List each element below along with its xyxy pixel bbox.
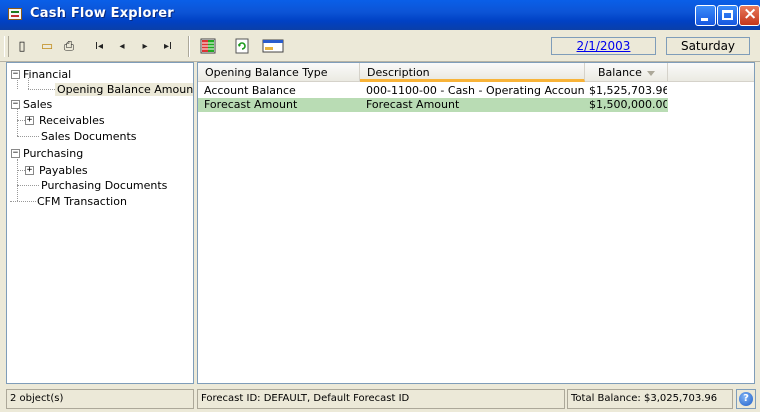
tree-node-label: Purchasing Documents xyxy=(41,179,168,192)
expand-icon[interactable]: + xyxy=(25,116,34,125)
status-forecast-id: Forecast ID: DEFAULT, Default Forecast I… xyxy=(197,389,565,409)
column-header-balance[interactable]: Balance xyxy=(585,63,668,82)
open-icon[interactable]: ▭ xyxy=(38,37,56,55)
tree-node-label: Sales xyxy=(23,98,53,111)
balance-grid: Opening Balance Type Description Balance… xyxy=(197,62,755,384)
cell-balance: $1,525,703.96 xyxy=(589,84,667,97)
collapse-icon[interactable]: − xyxy=(11,149,20,158)
tree-connector xyxy=(17,108,18,136)
close-button[interactable]: × xyxy=(739,4,760,26)
tree-node-sales-documents[interactable]: Sales Documents xyxy=(41,129,137,144)
day-field: Saturday xyxy=(666,37,750,55)
tree-node-cfm-transaction[interactable]: CFM Transaction xyxy=(37,194,127,209)
column-header-opening-balance-type[interactable]: Opening Balance Type xyxy=(198,63,360,82)
collapse-icon[interactable]: − xyxy=(11,70,20,79)
print-icon[interactable]: ⎙ xyxy=(60,37,78,55)
table-row[interactable]: Account Balance 000-1100-00 - Cash - Ope… xyxy=(198,84,668,98)
tree-node-label: Opening Balance Amount xyxy=(55,83,193,96)
cell-type: Forecast Amount xyxy=(204,98,298,111)
new-icon[interactable]: ▯ xyxy=(13,37,31,55)
close-icon: × xyxy=(743,4,758,24)
app-icon xyxy=(8,8,22,20)
tree-node-label: CFM Transaction xyxy=(37,195,127,208)
tree-connector xyxy=(17,120,25,121)
help-button[interactable]: ? xyxy=(736,389,756,409)
tree-connector xyxy=(28,89,55,90)
column-header-filler xyxy=(668,63,754,82)
first-record-icon[interactable]: I◂ xyxy=(90,37,108,55)
sort-descending-icon xyxy=(647,71,655,76)
tree-node-label: Sales Documents xyxy=(41,130,137,143)
cell-balance: $1,500,000.00 xyxy=(589,98,667,111)
last-record-icon[interactable]: ▸I xyxy=(159,37,177,55)
tree-node-label: Payables xyxy=(39,164,88,177)
cash-flow-explorer-window: Cash Flow Explorer × ▯ ▭ ⎙ I◂ ◂ ▸ ▸I 2/1… xyxy=(0,0,760,412)
previous-record-icon[interactable]: ◂ xyxy=(113,37,131,55)
columns-icon[interactable] xyxy=(199,37,217,55)
tree-connector xyxy=(17,185,39,186)
tree-connector xyxy=(17,136,39,137)
status-total-balance: Total Balance: $3,025,703.96 xyxy=(567,389,733,409)
navigation-tree: − Financial Opening Balance Amount − Sal… xyxy=(6,62,194,384)
tree-connector xyxy=(17,159,18,201)
table-row[interactable]: Forecast Amount Forecast Amount $1,500,0… xyxy=(198,98,668,112)
next-record-icon[interactable]: ▸ xyxy=(136,37,154,55)
window-title: Cash Flow Explorer xyxy=(30,6,174,21)
status-object-count: 2 object(s) xyxy=(6,389,194,409)
maximize-button[interactable] xyxy=(717,5,738,26)
cell-description: 000-1100-00 - Cash - Operating Account xyxy=(366,84,584,97)
title-bar[interactable]: Cash Flow Explorer × xyxy=(0,0,760,30)
tree-connector xyxy=(17,170,25,171)
column-header-description[interactable]: Description xyxy=(360,63,585,82)
tree-node-label: Receivables xyxy=(39,114,105,127)
column-header-label: Balance xyxy=(598,66,642,79)
toolbar-separator xyxy=(188,36,190,57)
cell-type: Account Balance xyxy=(204,84,296,97)
tree-node-label: Financial xyxy=(23,68,72,81)
tree-node-label: Purchasing xyxy=(23,147,84,160)
status-bar: 2 object(s) Forecast ID: DEFAULT, Defaul… xyxy=(0,387,760,412)
tree-connector xyxy=(10,201,36,202)
cell-description: Forecast Amount xyxy=(366,98,460,111)
help-icon: ? xyxy=(739,392,753,406)
window-icon[interactable] xyxy=(261,37,285,55)
collapse-icon[interactable]: − xyxy=(11,100,20,109)
toolbar: ▯ ▭ ⎙ I◂ ◂ ▸ ▸I 2/1/2003 Saturday xyxy=(0,31,760,62)
tree-node-purchasing-documents[interactable]: Purchasing Documents xyxy=(41,178,167,193)
date-field[interactable]: 2/1/2003 xyxy=(551,37,656,55)
expand-icon[interactable]: + xyxy=(25,166,34,175)
minimize-button[interactable] xyxy=(695,5,716,26)
refresh-icon[interactable] xyxy=(233,37,251,55)
toolbar-grip[interactable] xyxy=(4,36,9,57)
tree-node-opening-balance-amount[interactable]: Opening Balance Amount xyxy=(55,82,193,97)
